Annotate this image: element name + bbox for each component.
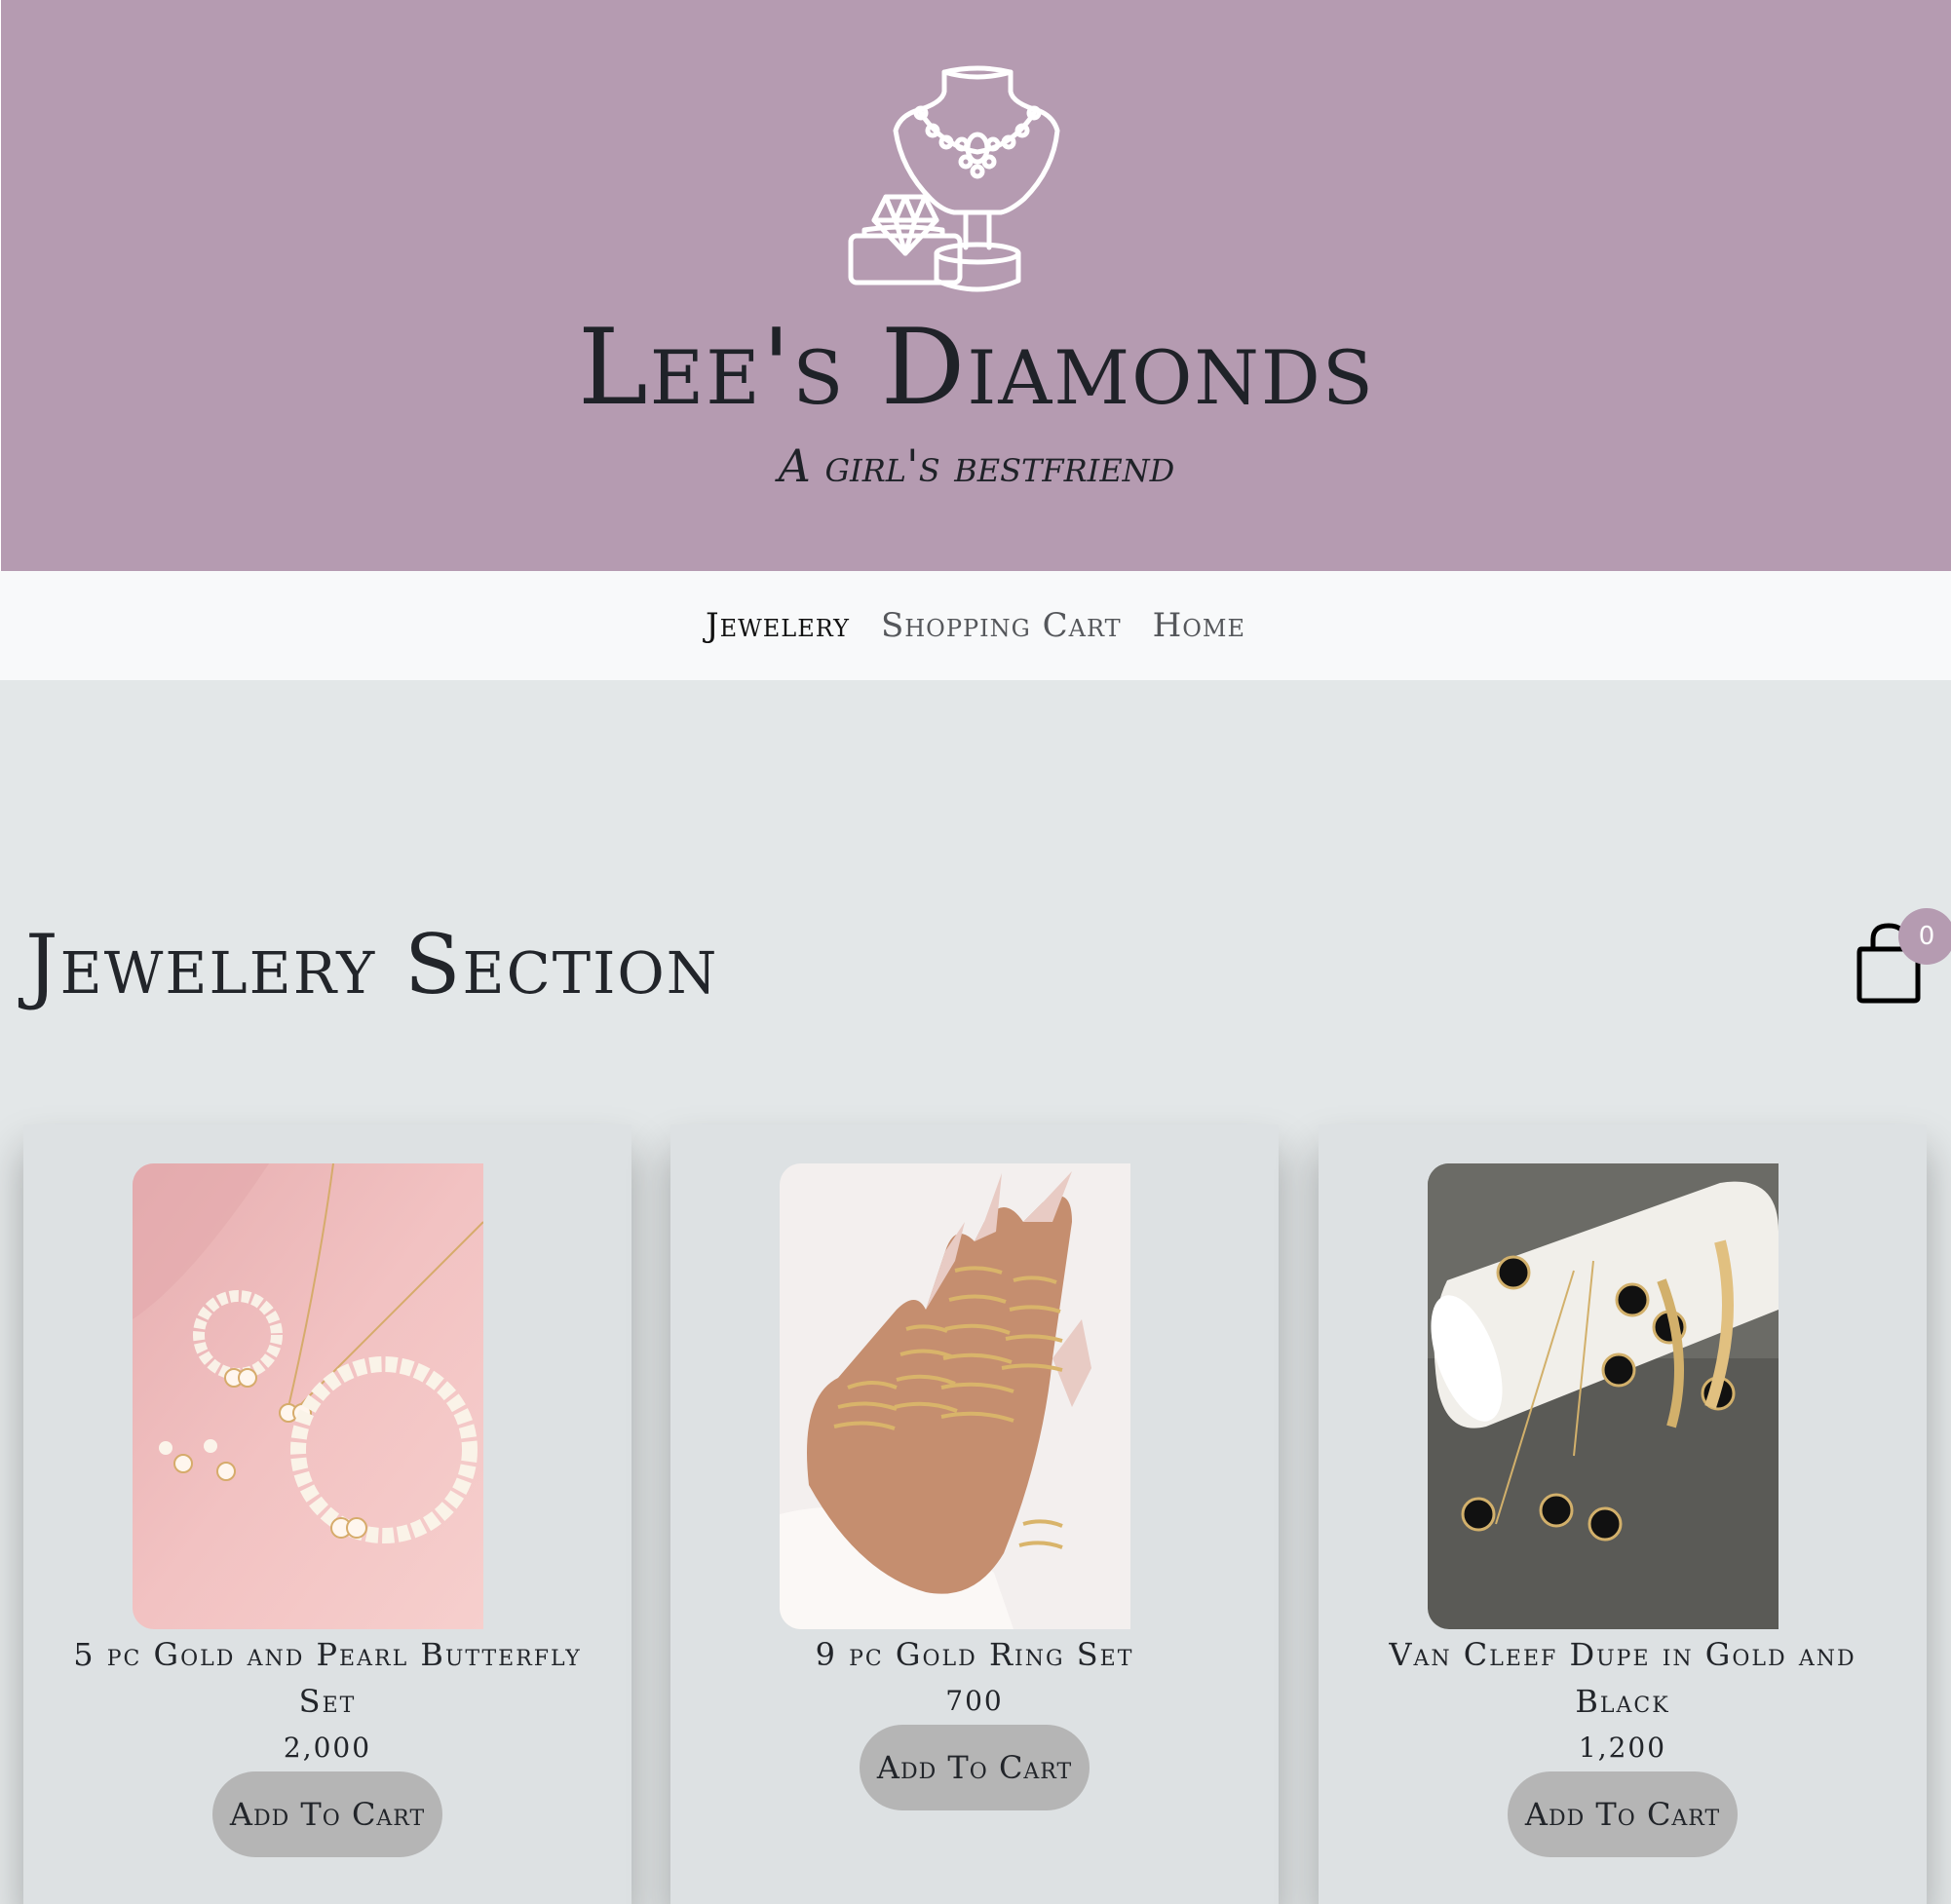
product-name: Van Cleef Dupe in Gold and Black [1389,1636,1856,1720]
product-price: 2,000 [283,1732,372,1764]
product-card: 5 pc Gold and Pearl Butterfly Set 2,000 … [23,1124,631,1904]
product-image-gold-ring-set[interactable] [780,1163,1130,1629]
add-to-cart-button[interactable]: Add To Cart [212,1771,442,1857]
product-card: Van Cleef Dupe in Gold and Black 1,200 A… [1319,1124,1927,1904]
product-price: 1,200 [1578,1732,1667,1764]
jewelry-logo-icon [848,65,1060,292]
product-name: 9 pc Gold Ring Set [815,1636,1134,1673]
brand-title: Lee's Diamonds [578,307,1375,429]
brand-tagline: A girl's bestfriend [778,439,1175,492]
cart-count-badge: 0 [1898,908,1951,965]
add-to-cart-button[interactable]: Add To Cart [1508,1771,1738,1857]
product-card: 9 pc Gold Ring Set 700 Add To Cart [670,1124,1279,1904]
site-header: Lee's Diamonds A girl's bestfriend [0,0,1951,571]
product-grid: 5 pc Gold and Pearl Butterfly Set 2,000 … [23,1124,1928,1904]
main-nav: Jewelery Shopping Cart Home [0,571,1951,680]
cart-button[interactable]: 0 [1852,906,1951,1004]
product-price: 700 [945,1685,1004,1717]
nav-link-jewelery[interactable]: Jewelery [706,606,850,645]
product-image-van-cleef-dupe[interactable] [1428,1163,1779,1629]
nav-link-shopping-cart[interactable]: Shopping Cart [881,606,1122,645]
product-name: 5 pc Gold and Pearl Butterfly Set [73,1636,582,1720]
nav-link-home[interactable]: Home [1153,606,1245,645]
section-title: Jewelery Section [25,917,719,1012]
product-image-pearl-butterfly-set[interactable] [133,1163,483,1629]
add-to-cart-button[interactable]: Add To Cart [860,1725,1090,1810]
